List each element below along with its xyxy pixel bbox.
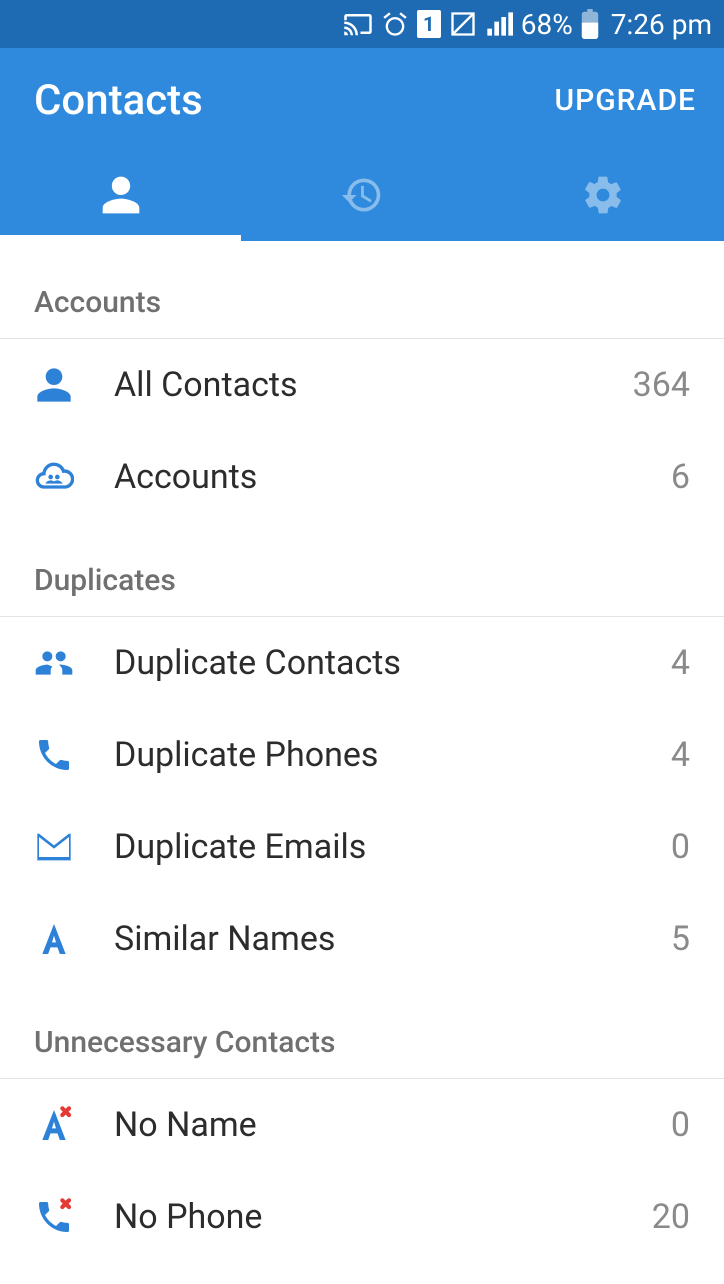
row-label: Accounts bbox=[114, 457, 671, 497]
row-duplicate-emails[interactable]: Duplicate Emails 0 bbox=[0, 801, 724, 893]
row-no-phone[interactable]: No Phone 20 bbox=[0, 1171, 724, 1263]
people-icon bbox=[34, 643, 114, 683]
row-label: No Phone bbox=[114, 1197, 652, 1237]
gear-icon bbox=[581, 173, 625, 221]
upgrade-button[interactable]: UPGRADE bbox=[554, 83, 696, 118]
content: Accounts All Contacts 364 Accounts 6 Dup… bbox=[0, 241, 724, 1263]
row-count: 0 bbox=[671, 1105, 690, 1145]
letter-a-x-icon bbox=[34, 1105, 114, 1145]
row-label: Duplicate Phones bbox=[114, 735, 671, 775]
row-count: 20 bbox=[652, 1197, 690, 1237]
row-duplicate-contacts[interactable]: Duplicate Contacts 4 bbox=[0, 617, 724, 709]
status-bar: 1 68% 7:26 pm bbox=[0, 0, 724, 48]
row-label: Similar Names bbox=[114, 919, 671, 959]
row-count: 5 bbox=[671, 919, 690, 959]
tab-bar bbox=[0, 153, 724, 241]
row-no-name[interactable]: No Name 0 bbox=[0, 1079, 724, 1171]
tab-settings[interactable] bbox=[483, 153, 724, 241]
alarm-icon bbox=[381, 10, 409, 38]
phone-x-icon bbox=[34, 1197, 114, 1237]
app-header: Contacts UPGRADE bbox=[0, 48, 724, 241]
row-accounts[interactable]: Accounts 6 bbox=[0, 431, 724, 523]
phone-icon bbox=[34, 735, 114, 775]
page-title: Contacts bbox=[34, 76, 203, 125]
row-label: All Contacts bbox=[114, 365, 633, 405]
tab-history[interactable] bbox=[241, 153, 482, 241]
history-icon bbox=[340, 173, 384, 221]
battery-percent: 68% bbox=[521, 8, 573, 41]
mail-icon bbox=[34, 827, 114, 867]
row-label: No Name bbox=[114, 1105, 671, 1145]
person-icon bbox=[34, 365, 114, 405]
row-all-contacts[interactable]: All Contacts 364 bbox=[0, 339, 724, 431]
no-sim-icon bbox=[449, 10, 477, 38]
section-header-unneeded: Unnecessary Contacts bbox=[0, 985, 724, 1079]
signal-icon bbox=[485, 10, 513, 38]
sim-indicator: 1 bbox=[417, 10, 441, 38]
battery-icon bbox=[581, 9, 599, 39]
cloud-accounts-icon bbox=[34, 457, 114, 497]
cast-icon bbox=[343, 11, 373, 37]
row-label: Duplicate Contacts bbox=[114, 643, 671, 683]
row-similar-names[interactable]: Similar Names 5 bbox=[0, 893, 724, 985]
tab-contacts[interactable] bbox=[0, 153, 241, 241]
row-count: 0 bbox=[671, 827, 690, 867]
row-count: 6 bbox=[671, 457, 690, 497]
clock-text: 7:26 pm bbox=[611, 8, 712, 41]
row-label: Duplicate Emails bbox=[114, 827, 671, 867]
section-header-duplicates: Duplicates bbox=[0, 523, 724, 617]
row-duplicate-phones[interactable]: Duplicate Phones 4 bbox=[0, 709, 724, 801]
row-count: 364 bbox=[633, 365, 690, 405]
row-count: 4 bbox=[671, 735, 690, 775]
person-icon bbox=[99, 173, 143, 221]
row-count: 4 bbox=[671, 643, 690, 683]
letter-a-icon bbox=[34, 919, 114, 959]
section-header-accounts: Accounts bbox=[0, 241, 724, 339]
